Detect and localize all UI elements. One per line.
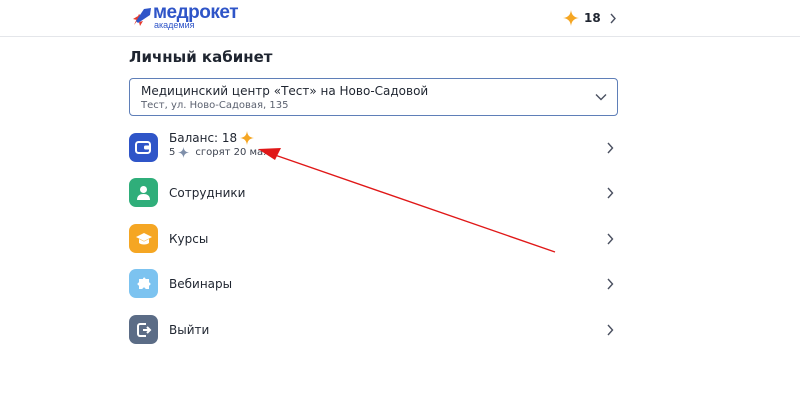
chevron-right-icon (607, 278, 614, 290)
user-icon (129, 178, 158, 207)
chevron-down-icon (595, 94, 607, 101)
menu-item-webinars[interactable]: Вебинары (129, 262, 618, 306)
balance-expiring: 5 сгорят 20 мая (169, 147, 269, 158)
header-balance-value: 18 (584, 11, 601, 25)
menu-item-employees[interactable]: Сотрудники (129, 171, 618, 215)
wallet-icon (129, 133, 158, 162)
balance-label: Баланс: 18 (169, 131, 238, 145)
sparkle-icon (563, 10, 579, 26)
page-title: Личный кабинет (129, 48, 273, 66)
chevron-right-icon (607, 324, 614, 336)
chevron-right-icon (607, 142, 614, 154)
logo[interactable]: медрокет академия (131, 2, 251, 34)
menu-item-courses[interactable]: Курсы (129, 217, 618, 261)
employees-label: Сотрудники (169, 186, 246, 200)
sparkle-outline-icon (178, 147, 190, 158)
app-header: медрокет академия 18 (0, 0, 800, 37)
rocket-logo-icon (133, 8, 151, 26)
balance-label-row: Баланс: 18 (169, 131, 255, 145)
organization-address: Тест, ул. Ново-Садовая, 135 (141, 100, 289, 111)
organization-name: Медицинский центр «Тест» на Ново-Садовой (141, 84, 429, 98)
header-balance-button[interactable]: 18 (563, 8, 617, 28)
chevron-right-icon (607, 187, 614, 199)
puzzle-icon (129, 269, 158, 298)
organization-select[interactable]: Медицинский центр «Тест» на Ново-Садовой… (129, 78, 618, 116)
sparkle-icon (240, 131, 255, 145)
logout-icon (129, 315, 158, 344)
logo-subtitle: академия (154, 20, 195, 30)
webinars-label: Вебинары (169, 277, 233, 291)
chevron-right-icon (607, 233, 614, 245)
menu-item-logout[interactable]: Выйти (129, 308, 618, 352)
balance-expiring-text: сгорят 20 мая (195, 147, 270, 158)
chevron-right-icon (610, 13, 616, 23)
balance-expiring-amount: 5 (169, 147, 176, 158)
logout-label: Выйти (169, 323, 210, 337)
courses-label: Курсы (169, 232, 209, 246)
graduation-cap-icon (129, 224, 158, 253)
menu-item-balance[interactable]: Баланс: 18 5 сгорят 20 мая (129, 126, 618, 170)
